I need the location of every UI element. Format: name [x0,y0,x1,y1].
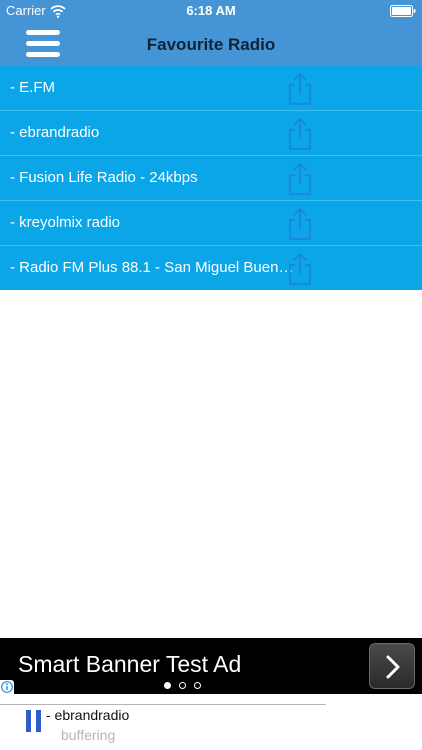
station-list: - E.FM - ebrandradio - Fusion Life Radio… [0,66,422,290]
share-icon[interactable] [286,117,314,151]
chevron-right-icon [386,655,400,679]
station-name: - Radio FM Plus 88.1 - San Miguel Buen… [10,259,294,276]
player-status: buffering [61,727,116,743]
share-icon[interactable] [286,162,314,196]
station-name: - kreyolmix radio [10,214,121,231]
ad-banner[interactable]: Smart Banner Test Ad [0,638,422,694]
page-dot [194,682,201,689]
info-icon[interactable] [0,680,14,694]
station-name: - E.FM [10,79,55,96]
ad-arrow-button[interactable] [369,643,415,689]
share-icon[interactable] [286,252,314,286]
share-icon[interactable] [286,207,314,241]
station-row-efm[interactable]: - E.FM [0,66,422,111]
station-row-radio-fm-plus[interactable]: - Radio FM Plus 88.1 - San Miguel Buen… [0,246,422,290]
station-row-ebrandradio[interactable]: - ebrandradio [0,111,422,156]
now-playing-station: - ebrandradio [46,707,130,723]
station-name: - ebrandradio [10,124,100,141]
ad-title: Smart Banner Test Ad [18,651,242,677]
nav-bar: Favourite Radio [0,22,422,66]
station-name: - Fusion Life Radio - 24kbps [10,169,198,186]
player-bar: - ebrandradio buffering [0,694,422,750]
page-dot [179,682,186,689]
share-icon[interactable] [286,72,314,106]
station-row-kreyolmix[interactable]: - kreyolmix radio [0,201,422,246]
page-dot [164,682,171,689]
page-title: Favourite Radio [146,35,276,54]
ad-page-indicator [164,682,201,689]
station-row-fusion-life[interactable]: - Fusion Life Radio - 24kbps [0,156,422,201]
player-divider [0,704,326,705]
battery-icon [390,5,416,17]
pause-icon[interactable] [26,710,42,732]
status-bar: Carrier 6:18 AM [0,0,422,22]
status-time: 6:18 AM [186,3,236,18]
